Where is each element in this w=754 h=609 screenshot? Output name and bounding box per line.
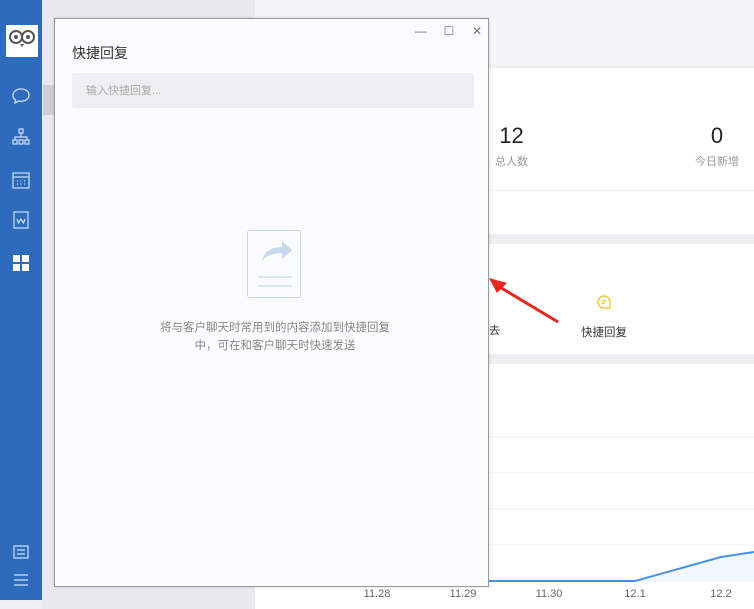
owl-logo bbox=[6, 25, 38, 57]
dialog-title: 快捷回复 bbox=[72, 45, 128, 61]
word-doc-icon[interactable] bbox=[11, 210, 31, 230]
empty-state-text: 将与客户聊天时常用到的内容添加到快捷回复中，可在和客户聊天时快速发送 bbox=[160, 322, 390, 352]
stat-total: 12 总人数 bbox=[495, 123, 528, 168]
x-tick-label: 11.30 bbox=[535, 588, 563, 600]
x-tick-label: 12.1 bbox=[624, 588, 646, 600]
maximize-button[interactable]: ☐ bbox=[441, 24, 457, 38]
menu-icon[interactable] bbox=[11, 570, 31, 590]
red-arrow-annotation bbox=[489, 278, 559, 324]
quick-reply-tool[interactable]: 快捷回复 bbox=[565, 294, 643, 340]
x-tick-label: 11.29 bbox=[449, 588, 477, 600]
minimize-button[interactable]: — bbox=[413, 24, 429, 38]
chat-icon[interactable] bbox=[11, 86, 31, 106]
share-document-icon bbox=[247, 230, 301, 298]
settings-sliders-icon[interactable] bbox=[11, 542, 31, 562]
quick-reply-dialog: — ☐ ✕ 快捷回复 将与客户聊天时常用到的内容添加到快捷回复中，可在和客户聊天… bbox=[54, 18, 489, 587]
x-tick-label: 11.28 bbox=[363, 588, 391, 600]
calendar-icon[interactable] bbox=[11, 170, 31, 190]
apps-grid-icon[interactable] bbox=[11, 253, 31, 273]
org-chart-icon[interactable] bbox=[11, 127, 31, 147]
quick-reply-icon bbox=[597, 295, 611, 309]
stat-today-new: 0 今日新增 bbox=[695, 123, 739, 168]
x-tick-label: 12.2 bbox=[710, 588, 732, 600]
sidebar bbox=[0, 0, 42, 600]
quick-reply-search-input[interactable] bbox=[72, 73, 474, 108]
close-button[interactable]: ✕ bbox=[469, 24, 485, 38]
